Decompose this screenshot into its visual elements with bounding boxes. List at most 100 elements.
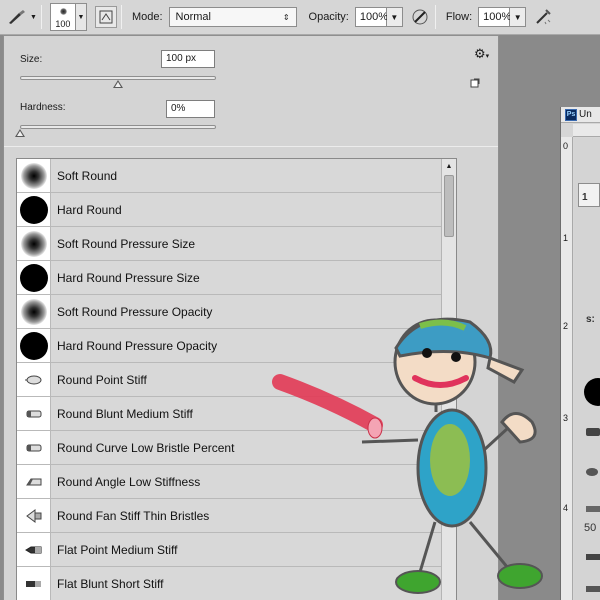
brush-preset-name: Hard Round Pressure Size — [57, 270, 200, 285]
brush-preset-row[interactable]: Soft Round Pressure Size — [17, 227, 441, 261]
round-blunt-tip-icon — [26, 410, 41, 417]
pressure-opacity-icon[interactable] — [409, 6, 431, 28]
ruler-mark: 4 — [563, 503, 569, 513]
options-bar: ▼ 100 ▼ Mode: Normal ⇕ Opacity: 100% ▼ F… — [0, 0, 600, 35]
gear-icon[interactable]: ⚙▾ — [474, 46, 489, 62]
brush-thumbnail — [17, 329, 51, 362]
soft-round-tip-icon — [20, 230, 47, 257]
brush-thumbnail — [17, 295, 51, 328]
brush-preset-name: Round Blunt Medium Stiff — [57, 406, 193, 421]
brush-thumbnail — [17, 159, 51, 192]
round-angle-tip-icon — [25, 478, 41, 485]
brush-preset-name: Flat Blunt Short Stiff — [57, 576, 164, 591]
soft-round-tip-icon — [20, 298, 47, 325]
ruler-mark: 2 — [563, 321, 569, 331]
brush-preset-row[interactable]: Hard Round — [17, 193, 441, 227]
document-window: Ps Un 0 1 2 3 4 1 s: 50 — [560, 107, 600, 600]
hardness-slider-thumb[interactable] — [15, 129, 25, 137]
ruler-mark: 1 — [563, 233, 569, 243]
new-preset-icon[interactable] — [470, 78, 480, 91]
brush-tip-icon — [59, 8, 67, 15]
brush-preset-row[interactable]: Soft Round Pressure Opacity — [17, 295, 441, 329]
flow-dropdown-icon[interactable]: ▼ — [510, 7, 527, 27]
brush-preset-name: Hard Round Pressure Opacity — [57, 338, 218, 353]
scroll-thumb[interactable] — [444, 175, 454, 237]
size-label: Size: — [20, 54, 43, 65]
hardness-input[interactable]: 0% — [166, 100, 215, 118]
brush-preset-row[interactable]: Flat Blunt Short Stiff — [17, 567, 441, 600]
mode-select[interactable]: Normal ⇕ — [168, 7, 297, 27]
brush-size-readout: 100 — [55, 19, 71, 29]
panel-divider — [4, 146, 498, 147]
list-scrollbar[interactable]: ▲ — [441, 159, 456, 600]
scroll-up-icon[interactable]: ▲ — [442, 159, 456, 173]
hard-round-tip-icon — [19, 331, 48, 360]
brush-preset-row[interactable]: Round Angle Low Stiffness — [17, 465, 441, 499]
soft-round-tip-icon — [20, 162, 47, 189]
brush-preset-row[interactable]: Round Point Stiff — [17, 363, 441, 397]
airbrush-icon[interactable] — [532, 6, 554, 28]
updown-icon: ⇕ — [282, 12, 290, 22]
doc-brush-tip-icon — [586, 586, 600, 592]
hardness-slider-track[interactable] — [20, 125, 216, 129]
brush-thumbnail — [17, 533, 51, 566]
brush-preset-row[interactable]: Hard Round Pressure Size — [17, 261, 441, 295]
brush-thumbnail — [17, 431, 51, 464]
brush-preset-row[interactable]: Flat Point Medium Stiff — [17, 533, 441, 567]
size-input[interactable]: 100 px — [161, 50, 215, 68]
brush-preset-picker[interactable]: 100 — [49, 3, 76, 31]
brush-preset-arrow[interactable]: ▼ — [75, 3, 87, 31]
brush-thumbnail — [17, 193, 51, 226]
brush-thumbnail — [17, 499, 51, 532]
brush-preset-name: Round Angle Low Stiffness — [57, 474, 201, 489]
brush-preset-name: Hard Round — [57, 202, 122, 217]
brush-thumbnail — [17, 261, 51, 294]
opacity-input[interactable]: 100% — [354, 7, 388, 27]
brush-preset-row[interactable]: Round Curve Low Bristle Percent — [17, 431, 441, 465]
brush-thumbnail — [17, 227, 51, 260]
brush-panel-toggle-icon[interactable] — [94, 6, 117, 28]
ruler-mark: 3 — [563, 413, 569, 423]
document-titlebar[interactable]: Ps Un — [561, 107, 600, 123]
panel-field-text: 1 — [582, 192, 588, 203]
brush-thumbnail — [17, 397, 51, 430]
separator — [40, 5, 42, 29]
hardness-label: Hardness: — [20, 102, 66, 113]
brush-preset-name: Flat Point Medium Stiff — [57, 542, 178, 557]
brush-preset-row[interactable]: Round Fan Stiff Thin Bristles — [17, 499, 441, 533]
tool-preset-dropdown-icon[interactable]: ▼ — [30, 14, 37, 21]
opacity-dropdown-icon[interactable]: ▼ — [386, 7, 403, 27]
opacity-label: Opacity: — [308, 11, 349, 23]
document-side-panel: 1 s: 50 — [574, 138, 600, 600]
brush-preset-name: Round Point Stiff — [57, 372, 147, 387]
brush-tool-icon[interactable] — [6, 6, 28, 28]
flow-label: Flow: — [445, 11, 473, 23]
hard-round-tip-icon — [19, 263, 48, 292]
ruler-mark: 0 — [563, 141, 569, 151]
separator — [434, 5, 436, 29]
mode-value: Normal — [175, 11, 211, 23]
doc-brush-tip-icon — [586, 428, 600, 436]
flow-input[interactable]: 100% — [478, 7, 511, 27]
doc-brush-tip-hard-icon — [584, 378, 600, 406]
flat-blunt-tip-icon — [25, 580, 41, 587]
panel-fragment-text: s: — [586, 314, 595, 325]
brush-preset-row[interactable]: Round Blunt Medium Stiff — [17, 397, 441, 431]
vertical-ruler: 0 1 2 3 4 — [561, 137, 573, 600]
brush-thumbnail — [17, 363, 51, 396]
size-slider-thumb[interactable] — [113, 80, 123, 88]
brush-preset-name: Soft Round Pressure Size — [57, 236, 196, 251]
separator — [120, 5, 122, 29]
panel-field[interactable]: 1 — [578, 183, 600, 207]
fan-tip-icon — [25, 508, 41, 523]
flat-point-tip-icon — [24, 546, 41, 553]
brush-preset-row[interactable]: Hard Round Pressure Opacity — [17, 329, 441, 363]
document-title: Un — [579, 109, 592, 120]
round-point-tip-icon — [24, 375, 41, 384]
doc-brush-tip-icon — [586, 506, 600, 512]
brush-thumbnail — [17, 567, 51, 600]
brush-preset-row[interactable]: Soft Round — [17, 159, 441, 193]
brush-preset-list: Flat Blunt Short Stiff Flat Point Medium … — [16, 158, 457, 600]
hard-round-tip-icon — [19, 195, 48, 224]
brush-preset-name: Soft Round Pressure Opacity — [57, 304, 213, 319]
